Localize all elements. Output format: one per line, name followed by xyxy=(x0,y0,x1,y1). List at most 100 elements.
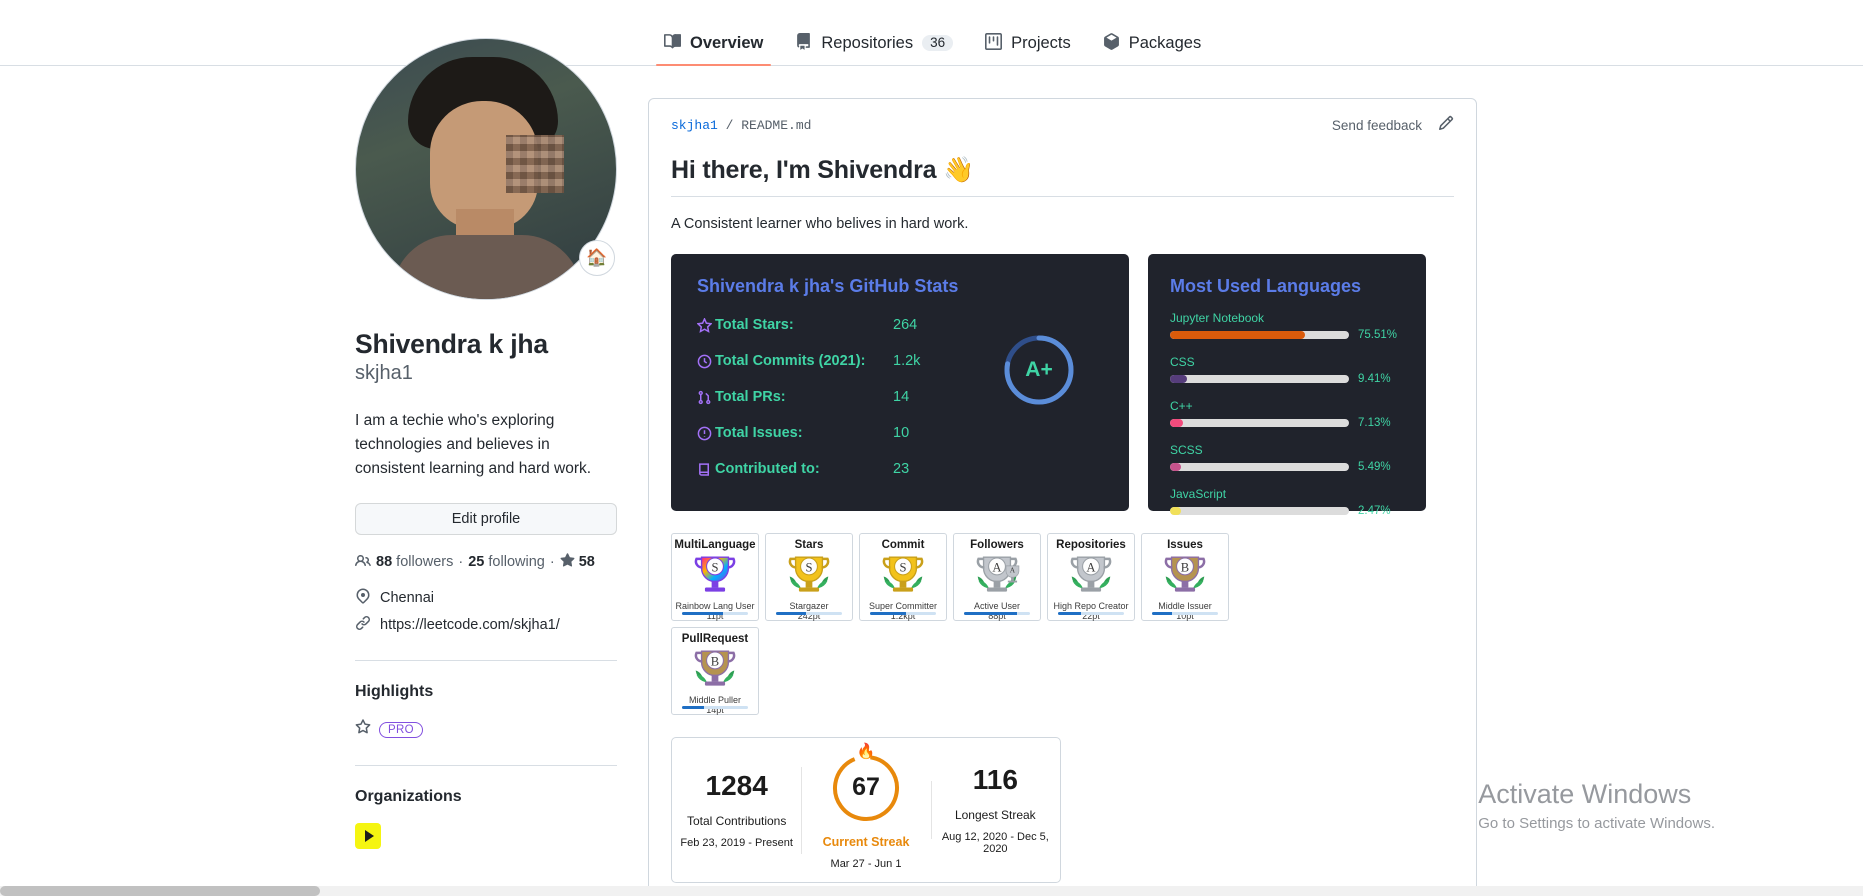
stars-link[interactable]: 58 xyxy=(560,553,595,570)
package-icon xyxy=(1103,32,1120,54)
highlights-title: Highlights xyxy=(355,683,434,701)
followers-link[interactable]: 88 followers xyxy=(376,554,453,570)
trophy-title: MultiLanguage xyxy=(674,539,756,551)
stat-label: Total Issues: xyxy=(715,425,803,441)
highlight-pro: PRO xyxy=(355,719,617,740)
rank-ring: A+ xyxy=(1001,332,1077,408)
tab-label: Repositories xyxy=(821,33,914,52)
trophy-progress-fill xyxy=(1152,612,1172,615)
language-bar-row: 75.51% xyxy=(1170,329,1404,341)
avatar[interactable] xyxy=(355,38,617,300)
project-icon xyxy=(985,32,1003,54)
tab-projects[interactable]: Projects xyxy=(969,32,1087,66)
trophy-card[interactable]: MultiLanguage S Rainbow Lang User 11pt xyxy=(671,533,759,621)
trophy-card[interactable]: Commit S Super Committer 1.2kpt xyxy=(859,533,947,621)
fire-icon: 🔥 xyxy=(856,742,876,760)
trophy-progress-fill xyxy=(870,612,907,615)
clock-icon xyxy=(697,354,715,369)
repositories-count: 36 xyxy=(922,35,954,51)
edit-pencil-icon[interactable] xyxy=(1438,115,1454,136)
trophy-cup-icon: S xyxy=(782,553,836,600)
stat-value: 264 xyxy=(893,317,918,333)
trophy-progress-fill xyxy=(776,612,807,615)
readme-actions: Send feedback xyxy=(1332,115,1454,136)
readme-heading: Hi there, I'm Shivendra 👋 xyxy=(671,156,1454,197)
language-name: JavaScript xyxy=(1170,487,1227,501)
language-bar-fill xyxy=(1170,331,1306,339)
readme-paragraph: A Consistent learner who belives in hard… xyxy=(671,216,969,232)
website-link[interactable]: https://leetcode.com/skjha1/ xyxy=(380,617,560,633)
trophy-progress-track xyxy=(964,612,1030,615)
website-row: https://leetcode.com/skjha1/ xyxy=(355,615,617,635)
trophy-title: PullRequest xyxy=(681,633,749,645)
trophy-progress-fill xyxy=(682,612,723,615)
tab-label: Overview xyxy=(690,33,764,52)
current-streak-ring: 67 🔥 xyxy=(829,743,903,825)
trophy-title: Issues xyxy=(1167,539,1203,551)
language-item: CSS 9.41% xyxy=(1170,355,1404,385)
github-stats-title: Shivendra k jha's GitHub Stats xyxy=(697,276,959,296)
stat-value: 14 xyxy=(893,389,910,405)
tab-packages[interactable]: Packages xyxy=(1087,32,1217,66)
language-percent: 9.41% xyxy=(1358,373,1391,385)
trophy-card[interactable]: Issues B Middle Issuer 10pt xyxy=(1141,533,1229,621)
languages-list: Jupyter Notebook 75.51% CSS 9.41% C++ 7.13% SC… xyxy=(1170,311,1404,517)
total-contributions-range: Feb 23, 2019 - Present xyxy=(680,836,793,849)
language-name: C++ xyxy=(1170,399,1193,413)
watermark-line-1: Activate Windows xyxy=(1478,779,1692,809)
followers-count: 88 xyxy=(376,553,393,570)
location-text: Chennai xyxy=(380,590,435,607)
stats-cards-row: Shivendra k jha's GitHub Stats Total Sta… xyxy=(671,254,1454,517)
breadcrumb-owner[interactable]: skjha1 xyxy=(671,118,718,133)
trophy-progress-fill xyxy=(1058,612,1082,615)
organization-avatar[interactable] xyxy=(355,823,381,850)
language-bar-track xyxy=(1170,375,1349,383)
following-link[interactable]: 25 following xyxy=(468,554,545,570)
tab-overview[interactable]: Overview xyxy=(648,33,779,66)
edit-profile-button[interactable]: Edit profile xyxy=(355,503,617,536)
trophy-card[interactable]: Followers A A Active User 88pt xyxy=(953,533,1041,621)
trophy-title: Commit xyxy=(881,539,925,551)
issue-icon xyxy=(697,426,715,441)
trophy-subtitle: Middle Issuer xyxy=(1158,600,1212,611)
separator-dot: · xyxy=(458,553,464,570)
windows-activation-watermark: Activate Windows Go to Settings to activ… xyxy=(1478,779,1715,832)
trophy-card[interactable]: Stars S Stargazer 242pt xyxy=(765,533,853,621)
current-streak-value: 67 xyxy=(852,773,880,801)
profile-meta: Chennai https://leetcode.com/skjha1/ xyxy=(355,588,617,635)
avatar-body xyxy=(392,235,582,299)
profile-username: skjha1 xyxy=(355,362,413,385)
language-bar-row: 7.13% xyxy=(1170,417,1404,429)
total-contributions-col: 1284 Total Contributions Feb 23, 2019 - … xyxy=(672,770,801,849)
trophy-card[interactable]: Repositories A High Repo Creator 22pt xyxy=(1047,533,1135,621)
sidebar-divider-2 xyxy=(355,765,617,767)
svg-text:A: A xyxy=(1010,565,1016,574)
avatar-pixelation xyxy=(506,135,564,193)
trophy-title: Repositories xyxy=(1056,539,1126,551)
trophy-progress-track xyxy=(682,612,748,615)
scrollbar-thumb[interactable] xyxy=(0,886,320,896)
repo-icon xyxy=(697,462,715,477)
trophy-card[interactable]: PullRequest B Middle Puller 14pt xyxy=(671,627,759,715)
stat-row-contributed: Contributed to: 23 xyxy=(697,461,1103,477)
trophy-subtitle: Active User xyxy=(973,600,1020,611)
language-bar-row: 9.41% xyxy=(1170,373,1404,385)
horizontal-scrollbar[interactable] xyxy=(0,886,1863,896)
tab-repositories[interactable]: Repositories 36 xyxy=(779,32,969,66)
trophy-subtitle: Rainbow Lang User xyxy=(675,600,755,611)
star-icon xyxy=(560,553,579,570)
longest-streak-value: 116 xyxy=(972,764,1018,796)
trophy-progress-track xyxy=(682,706,748,709)
current-streak-col: 67 🔥 Current Streak Mar 27 - Jun 1 xyxy=(801,743,930,870)
language-item: C++ 7.13% xyxy=(1170,399,1404,429)
svg-text:S: S xyxy=(899,560,906,574)
language-bar-fill xyxy=(1170,463,1181,471)
breadcrumb-separator: / xyxy=(717,118,742,133)
trophy-cup-icon: B xyxy=(688,647,742,694)
status-emoji-button[interactable]: 🏠 xyxy=(579,240,615,276)
link-icon xyxy=(355,615,371,635)
following-count: 25 xyxy=(468,553,485,570)
send-feedback-link[interactable]: Send feedback xyxy=(1332,118,1422,133)
trophy-progress-track xyxy=(1152,612,1218,615)
location-row: Chennai xyxy=(355,588,617,608)
